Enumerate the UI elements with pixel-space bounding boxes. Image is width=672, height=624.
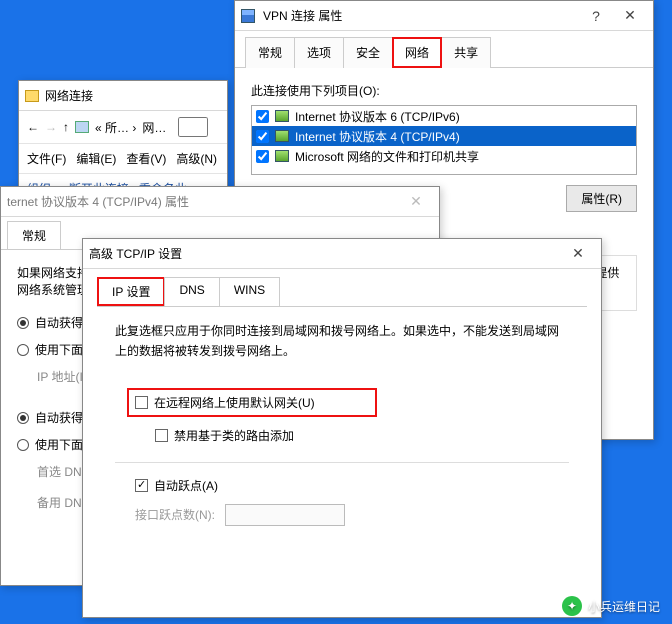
titlebar[interactable]: VPN 连接 属性 ? ✕	[235, 1, 653, 31]
folder-icon	[25, 90, 39, 102]
nav-up-icon[interactable]: ↑	[63, 120, 69, 134]
disable-class-route-label: 禁用基于类的路由添加	[174, 427, 294, 444]
properties-button[interactable]: 属性(R)	[566, 185, 637, 212]
item-checkbox[interactable]	[256, 110, 269, 123]
item-label: Internet 协议版本 6 (TCP/IPv6)	[295, 108, 460, 125]
list-item[interactable]: Internet 协议版本 4 (TCP/IPv4)	[252, 126, 636, 146]
computer-icon	[75, 121, 89, 133]
nav-back-icon[interactable]: ←	[27, 120, 39, 134]
wechat-icon: ✦	[562, 596, 582, 616]
nav-fwd-icon[interactable]: →	[45, 120, 57, 134]
list-item[interactable]: Microsoft 网络的文件和打印机共享	[252, 146, 636, 166]
vpn-icon	[241, 9, 255, 23]
components-listbox[interactable]: Internet 协议版本 6 (TCP/IPv6) Internet 协议版本…	[251, 105, 637, 175]
breadcrumb-prefix[interactable]: « 所… ›	[95, 119, 136, 136]
menu-file[interactable]: 文件(F)	[27, 150, 66, 167]
item-checkbox[interactable]	[256, 130, 269, 143]
auto-metric-label: 自动跃点(A)	[154, 477, 218, 494]
item-checkbox[interactable]	[256, 150, 269, 163]
watermark-text: 小兵运维日记	[588, 598, 660, 615]
close-icon[interactable]: ✕	[399, 193, 433, 210]
close-icon[interactable]: ✕	[613, 7, 647, 24]
auto-metric-checkbox[interactable]	[135, 479, 148, 492]
help-icon[interactable]: ?	[579, 8, 613, 24]
menu-edit[interactable]: 编辑(E)	[76, 150, 116, 167]
tab-network[interactable]: 网络	[392, 37, 442, 68]
tab-options[interactable]: 选项	[294, 37, 344, 68]
network-connections-window: 网络连接 ← → ↑ « 所… › 网… 文件(F) 编辑(E) 查看(V) 高…	[18, 80, 228, 200]
tab-ip-settings[interactable]: IP 设置	[97, 277, 165, 306]
interface-metric-label: 接口跃点数(N):	[135, 506, 215, 523]
disable-class-route-row[interactable]: 禁用基于类的路由添加	[155, 427, 569, 444]
tab-dns[interactable]: DNS	[164, 277, 219, 306]
list-item[interactable]: Internet 协议版本 6 (TCP/IPv6)	[252, 106, 636, 126]
advanced-tcpip-window: 高级 TCP/IP 设置 ✕ IP 设置 DNS WINS 此复选框只应用于你同…	[82, 238, 602, 618]
interface-metric-input	[225, 504, 345, 526]
protocol-icon	[275, 130, 289, 142]
list-label: 此连接使用下列项目(O):	[251, 82, 637, 99]
remote-gateway-label: 在远程网络上使用默认网关(U)	[154, 394, 315, 411]
tab-security[interactable]: 安全	[343, 37, 393, 68]
auto-metric-row[interactable]: 自动跃点(A)	[135, 477, 569, 494]
menu-view[interactable]: 查看(V)	[126, 150, 166, 167]
protocol-icon	[275, 110, 289, 122]
note-text: 此复选框只应用于你同时连接到局域网和拨号网络上。如果选中，不能发送到局域网上的数…	[115, 321, 569, 362]
window-title: 高级 TCP/IP 设置	[89, 245, 182, 262]
tab-bar: 常规 选项 安全 网络 共享	[235, 31, 653, 68]
remote-gateway-checkbox-row[interactable]: 在远程网络上使用默认网关(U)	[127, 388, 377, 417]
tab-bar: IP 设置 DNS WINS	[83, 269, 601, 306]
disable-class-route-checkbox[interactable]	[155, 429, 168, 442]
titlebar[interactable]: 高级 TCP/IP 设置 ✕	[83, 239, 601, 269]
menu-advanced[interactable]: 高级(N)	[176, 150, 217, 167]
watermark: ✦ 小兵运维日记	[562, 596, 660, 616]
titlebar[interactable]: 网络连接	[19, 81, 227, 111]
window-title: 网络连接	[45, 87, 93, 104]
window-title: VPN 连接 属性	[263, 7, 342, 24]
titlebar[interactable]: ternet 协议版本 4 (TCP/IPv4) 属性 ✕	[1, 187, 439, 217]
tab-general[interactable]: 常规	[245, 37, 295, 68]
interface-metric-field: 接口跃点数(N):	[135, 504, 569, 526]
item-label: Microsoft 网络的文件和打印机共享	[295, 148, 479, 165]
item-label: Internet 协议版本 4 (TCP/IPv4)	[295, 128, 460, 145]
menubar: 文件(F) 编辑(E) 查看(V) 高级(N)	[19, 144, 227, 174]
tab-wins[interactable]: WINS	[219, 277, 280, 306]
breadcrumb[interactable]: ← → ↑ « 所… › 网…	[19, 111, 227, 144]
breadcrumb-current[interactable]: 网…	[142, 119, 166, 136]
close-icon[interactable]: ✕	[561, 245, 595, 262]
search-input[interactable]	[178, 117, 208, 137]
tab-sharing[interactable]: 共享	[441, 37, 491, 68]
window-title: ternet 协议版本 4 (TCP/IPv4) 属性	[7, 193, 189, 210]
service-icon	[275, 150, 289, 162]
remote-gateway-checkbox[interactable]	[135, 396, 148, 409]
tab-general[interactable]: 常规	[7, 221, 61, 249]
